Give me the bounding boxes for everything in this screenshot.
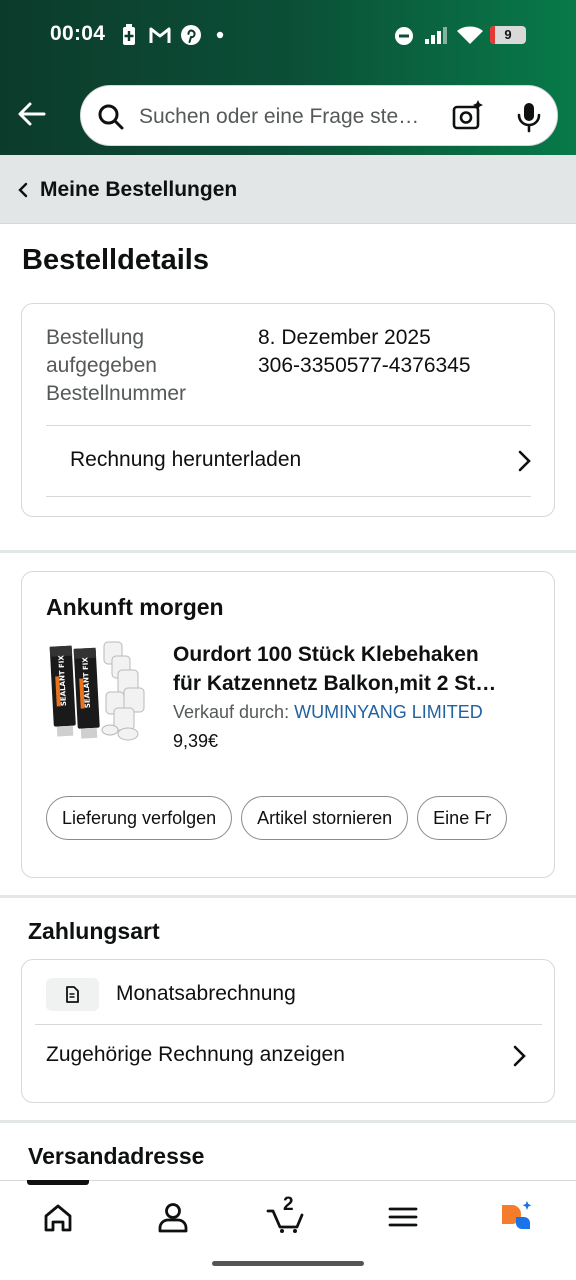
status-time: 00:04 bbox=[50, 22, 106, 45]
app-header: 00:04 9 Suchen oder eine Frage ste… bbox=[0, 0, 576, 155]
order-number-value: 306-3350577-4376345 bbox=[258, 354, 471, 377]
gesture-home-bar[interactable] bbox=[212, 1261, 364, 1266]
chevron-right-icon bbox=[513, 1045, 526, 1067]
wifi-icon bbox=[457, 26, 483, 44]
camera-search-icon[interactable] bbox=[451, 99, 485, 133]
gmail-icon bbox=[149, 27, 171, 43]
product-title[interactable]: Ourdort 100 Stück Klebehaken für Katzenn… bbox=[173, 640, 533, 698]
order-placed-label-line2: aufgegeben bbox=[46, 354, 157, 377]
signal-icon bbox=[425, 27, 447, 44]
payment-method-icon-box bbox=[46, 978, 99, 1011]
home-icon[interactable] bbox=[28, 1197, 88, 1237]
section-divider bbox=[0, 895, 576, 898]
menu-icon[interactable] bbox=[373, 1197, 433, 1237]
order-placed-label-line1: Bestellung bbox=[46, 326, 145, 349]
chevron-right-icon bbox=[518, 450, 531, 472]
order-info-card: Bestellung aufgegeben Bestellnummer 8. D… bbox=[21, 303, 555, 517]
download-invoice-link[interactable]: Rechnung herunterladen bbox=[70, 448, 301, 472]
payment-method-label: Monatsabrechnung bbox=[116, 982, 296, 1005]
cancel-item-button[interactable]: Artikel stornieren bbox=[241, 796, 409, 840]
seller-info: Verkauf durch: WUMINYANG LIMITED bbox=[173, 702, 483, 723]
pinterest-icon bbox=[181, 25, 201, 45]
search-input[interactable]: Suchen oder eine Frage ste… bbox=[139, 105, 439, 129]
view-related-invoice-link[interactable]: Zugehörige Rechnung anzeigen bbox=[46, 1043, 345, 1067]
document-icon bbox=[66, 986, 79, 1003]
chevron-left-icon bbox=[18, 182, 28, 198]
product-image[interactable]: SEALANT FIX SEALANT FIX bbox=[46, 636, 150, 748]
microphone-icon[interactable] bbox=[515, 101, 543, 133]
cart-count-badge: 2 bbox=[283, 1194, 294, 1215]
payment-title: Zahlungsart bbox=[28, 918, 160, 944]
download-invoice-row[interactable]: Rechnung herunterladen bbox=[46, 426, 531, 496]
shipment-title: Ankunft morgen bbox=[46, 594, 224, 620]
section-divider bbox=[0, 1120, 576, 1123]
order-number-label: Bestellnummer bbox=[46, 382, 187, 405]
account-icon[interactable] bbox=[143, 1197, 203, 1237]
search-icon bbox=[98, 104, 124, 130]
section-divider bbox=[0, 550, 576, 553]
breadcrumb[interactable]: Meine Bestellungen bbox=[0, 155, 576, 224]
seller-label: Verkauf durch: bbox=[173, 702, 290, 722]
active-tab-indicator bbox=[27, 1180, 89, 1185]
track-package-button[interactable]: Lieferung verfolgen bbox=[46, 796, 233, 840]
battery-saver-icon bbox=[123, 24, 135, 45]
seller-link[interactable]: WUMINYANG LIMITED bbox=[294, 702, 483, 722]
shipping-title: Versandadresse bbox=[28, 1143, 205, 1169]
back-arrow-icon[interactable] bbox=[14, 96, 50, 132]
breadcrumb-label[interactable]: Meine Bestellungen bbox=[40, 178, 237, 202]
product-price: 9,39€ bbox=[173, 731, 219, 751]
shipment-card: Ankunft morgen SEALANT FIX SEALANT FIX O… bbox=[21, 571, 555, 878]
ask-question-button[interactable]: Eine Fr bbox=[417, 796, 508, 840]
rufus-icon[interactable] bbox=[488, 1197, 548, 1237]
shipment-actions: Lieferung verfolgen Artikel stornieren Ein… bbox=[46, 796, 538, 840]
order-date-value: 8. Dezember 2025 bbox=[258, 326, 431, 349]
divider bbox=[46, 496, 531, 497]
status-bar: 00:04 9 bbox=[0, 0, 576, 70]
product-title-line2[interactable]: für Katzennetz Balkon,mit 2 St… bbox=[173, 669, 533, 698]
payment-card: Monatsabrechnung Zugehörige Rechnung anz… bbox=[21, 959, 555, 1103]
dot-icon bbox=[216, 31, 224, 39]
battery-icon: 9 bbox=[490, 26, 526, 44]
view-related-invoice-row[interactable]: Zugehörige Rechnung anzeigen bbox=[35, 1025, 542, 1090]
page-title: Bestelldetails bbox=[22, 244, 209, 276]
dnd-icon bbox=[395, 27, 413, 45]
product-title-line1[interactable]: Ourdort 100 Stück Klebehaken bbox=[173, 640, 533, 669]
search-bar[interactable]: Suchen oder eine Frage ste… bbox=[80, 85, 558, 146]
